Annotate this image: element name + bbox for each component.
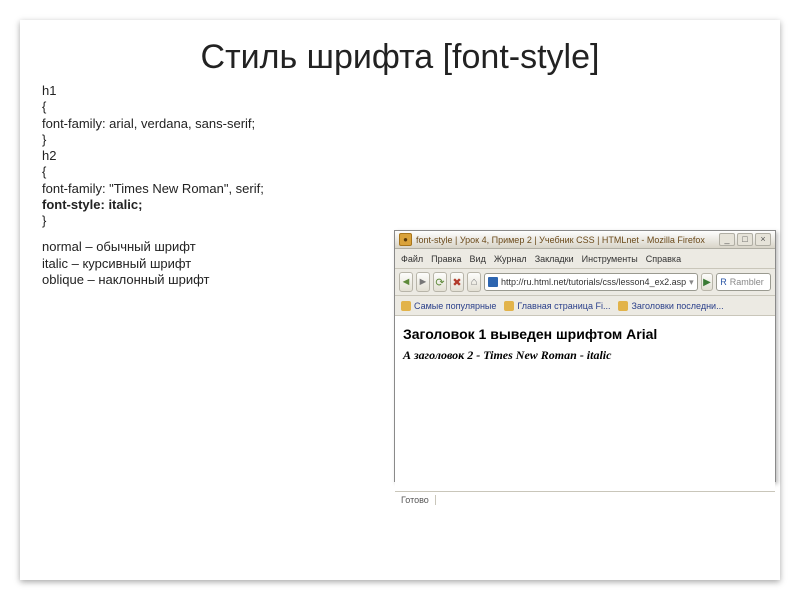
bookmark-label: Заголовки последни... [631, 301, 723, 311]
browser-statusbar: Готово [395, 491, 775, 508]
browser-viewport: Заголовок 1 выведен шрифтом Arial А заго… [395, 316, 775, 491]
code-line: h1 [42, 83, 762, 99]
browser-toolbar: ◄ ► ⟳ ✖ ⌂ http://ru.html.net/tutorials/c… [395, 269, 775, 296]
stop-button[interactable]: ✖ [450, 272, 464, 292]
bookmark-label: Самые популярные [414, 301, 496, 311]
menu-history[interactable]: Журнал [494, 254, 527, 264]
menu-bookmarks[interactable]: Закладки [535, 254, 574, 264]
maximize-button[interactable]: □ [737, 233, 753, 246]
menu-help[interactable]: Справка [646, 254, 681, 264]
folder-icon [401, 301, 411, 311]
folder-icon [618, 301, 628, 311]
code-line: font-family: "Times New Roman", serif; [42, 181, 762, 197]
slide: Стиль шрифта [font-style] h1 { font-fami… [20, 20, 780, 580]
status-text: Готово [401, 495, 436, 505]
bookmark-item[interactable]: Самые популярные [401, 301, 496, 311]
bookmark-item[interactable]: Главная страница Fi... [504, 301, 610, 311]
folder-icon [504, 301, 514, 311]
search-engine-icon: R [720, 277, 727, 287]
browser-menubar: Файл Правка Вид Журнал Закладки Инструме… [395, 249, 775, 269]
slide-title: Стиль шрифта [font-style] [20, 20, 780, 77]
go-button[interactable]: ▶ [701, 273, 714, 291]
close-button[interactable]: × [755, 233, 771, 246]
code-line: { [42, 164, 762, 180]
window-title: font-style | Урок 4, Пример 2 | Учебник … [416, 235, 705, 245]
browser-titlebar: ● font-style | Урок 4, Пример 2 | Учебни… [395, 231, 775, 249]
menu-tools[interactable]: Инструменты [582, 254, 638, 264]
reload-button[interactable]: ⟳ [433, 272, 447, 292]
search-box[interactable]: R Rambler [716, 273, 771, 291]
minimize-button[interactable]: _ [719, 233, 735, 246]
bookmark-item[interactable]: Заголовки последни... [618, 301, 723, 311]
search-placeholder: Rambler [730, 277, 764, 287]
page-h1: Заголовок 1 выведен шрифтом Arial [403, 326, 767, 342]
firefox-icon: ● [399, 233, 412, 246]
address-bar[interactable]: http://ru.html.net/tutorials/css/lesson4… [484, 273, 698, 291]
code-line: { [42, 99, 762, 115]
code-line: } [42, 132, 762, 148]
code-line: } [42, 213, 762, 229]
menu-edit[interactable]: Правка [431, 254, 461, 264]
bookmarks-bar: Самые популярные Главная страница Fi... … [395, 296, 775, 316]
back-button[interactable]: ◄ [399, 272, 413, 292]
code-line: font-family: arial, verdana, sans-serif; [42, 116, 762, 132]
code-line: h2 [42, 148, 762, 164]
browser-window: ● font-style | Урок 4, Пример 2 | Учебни… [394, 230, 776, 482]
home-button[interactable]: ⌂ [467, 272, 481, 292]
menu-view[interactable]: Вид [470, 254, 486, 264]
forward-button[interactable]: ► [416, 272, 430, 292]
page-h2: А заголовок 2 - Times New Roman - italic [403, 348, 767, 363]
site-icon [488, 277, 498, 287]
address-text: http://ru.html.net/tutorials/css/lesson4… [501, 277, 686, 287]
code-line-emphasis: font-style: italic; [42, 197, 762, 213]
bookmark-label: Главная страница Fi... [517, 301, 610, 311]
menu-file[interactable]: Файл [401, 254, 423, 264]
